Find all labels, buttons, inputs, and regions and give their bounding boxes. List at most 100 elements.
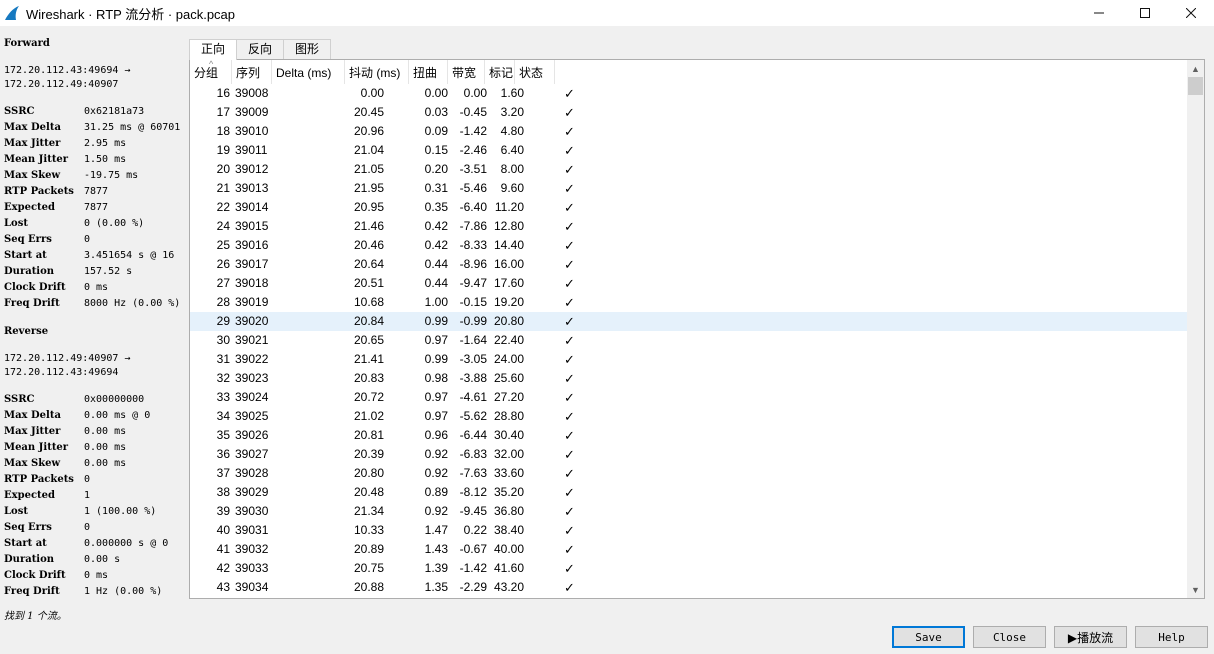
cell-delta: 20.80 (353, 466, 384, 480)
column-header[interactable]: 序列 (232, 60, 272, 84)
stat-label: Max Skew (4, 170, 61, 181)
stat-row: Seq Errs 0 (4, 520, 184, 536)
help-button[interactable]: Help (1135, 626, 1208, 648)
table-row[interactable]: 19 39011 21.04 0.15 -2.46 6.40 ✓ (190, 141, 1188, 160)
cell-packet: 35 (216, 428, 230, 442)
cell-delta: 20.75 (353, 561, 384, 575)
cell-packet: 20 (216, 162, 230, 176)
table-row[interactable]: 26 39017 20.64 0.44 -8.96 16.00 ✓ (190, 255, 1188, 274)
table-row[interactable]: 36 39027 20.39 0.92 -6.83 32.00 ✓ (190, 445, 1188, 464)
cell-packet: 19 (216, 143, 230, 157)
cell-marker (526, 407, 556, 426)
column-header[interactable]: 抖动 (ms) (345, 60, 409, 84)
cell-delta: 20.81 (353, 428, 384, 442)
table-row[interactable]: 37 39028 20.80 0.92 -7.63 33.60 ✓ (190, 464, 1188, 483)
stat-label: Start at (4, 250, 47, 261)
table-row[interactable]: 28 39019 10.68 1.00 -0.15 19.20 ✓ (190, 293, 1188, 312)
table-row[interactable]: 39 39030 21.34 0.92 -9.45 36.80 ✓ (190, 502, 1188, 521)
cell-packet: 28 (216, 295, 230, 309)
cell-delta: 20.72 (353, 390, 384, 404)
stat-row: Max Delta 31.25 ms @ 60701 (4, 120, 184, 136)
vertical-scrollbar[interactable]: ▲ ▼ (1187, 60, 1204, 598)
column-header[interactable]: ^ 分组 (190, 60, 232, 84)
scroll-down-icon[interactable]: ▼ (1187, 581, 1204, 598)
table-row[interactable]: 16 39008 0.00 0.00 0.00 1.60 ✓ (190, 84, 1188, 103)
table-row[interactable]: 27 39018 20.51 0.44 -9.47 17.60 ✓ (190, 274, 1188, 293)
column-header[interactable]: 状态 (515, 60, 555, 84)
cell-skew: -8.33 (459, 238, 487, 252)
cell-status: ✓ (564, 238, 575, 253)
minimize-icon[interactable] (1076, 0, 1122, 26)
cell-bandwidth: 38.40 (493, 523, 524, 537)
cell-jitter: 0.99 (424, 314, 448, 328)
cell-packet: 17 (216, 105, 230, 119)
table-row[interactable]: 30 39021 20.65 0.97 -1.64 22.40 ✓ (190, 331, 1188, 350)
tab-forward[interactable]: 正向 (189, 39, 238, 60)
stat-row: RTP Packets 0 (4, 472, 184, 488)
cell-status: ✓ (564, 333, 575, 348)
cell-marker (526, 160, 556, 179)
table-row[interactable]: 20 39012 21.05 0.20 -3.51 8.00 ✓ (190, 160, 1188, 179)
reverse-title: Reverse (4, 326, 49, 337)
cell-jitter: 0.15 (424, 143, 448, 157)
cell-skew: 0.00 (463, 86, 487, 100)
packet-table[interactable]: ^ 分组 序列 Delta (ms) 抖动 (ms) 扭曲 带宽 标记 状态 16… (189, 59, 1205, 599)
cell-bandwidth: 1.60 (500, 86, 524, 100)
column-header[interactable]: Delta (ms) (272, 60, 345, 84)
cell-jitter: 0.42 (424, 219, 448, 233)
tab-graph[interactable]: 图形 (283, 39, 332, 59)
table-row[interactable]: 42 39033 20.75 1.39 -1.42 41.60 ✓ (190, 559, 1188, 578)
table-row[interactable]: 24 39015 21.46 0.42 -7.86 12.80 ✓ (190, 217, 1188, 236)
cell-delta: 20.89 (353, 542, 384, 556)
table-row[interactable]: 35 39026 20.81 0.96 -6.44 30.40 ✓ (190, 426, 1188, 445)
cell-skew: -8.12 (459, 485, 487, 499)
stat-label: Mean Jitter (4, 442, 69, 453)
table-row[interactable]: 29 39020 20.84 0.99 -0.99 20.80 ✓ (190, 312, 1188, 331)
tab-reverse[interactable]: 反向 (236, 39, 285, 59)
maximize-icon[interactable] (1122, 0, 1168, 26)
table-row[interactable]: 33 39024 20.72 0.97 -4.61 27.20 ✓ (190, 388, 1188, 407)
cell-skew: -3.88 (459, 371, 487, 385)
cell-marker (526, 198, 556, 217)
table-row[interactable]: 41 39032 20.89 1.43 -0.67 40.00 ✓ (190, 540, 1188, 559)
table-row[interactable]: 18 39010 20.96 0.09 -1.42 4.80 ✓ (190, 122, 1188, 141)
close-button[interactable]: Close (973, 626, 1046, 648)
table-row[interactable]: 38 39029 20.48 0.89 -8.12 35.20 ✓ (190, 483, 1188, 502)
cell-bandwidth: 3.20 (500, 105, 524, 119)
cell-skew: -3.05 (459, 352, 487, 366)
cell-skew: -1.42 (459, 124, 487, 138)
cell-bandwidth: 6.40 (500, 143, 524, 157)
stat-label: RTP Packets (4, 186, 74, 197)
cell-sequence: 39032 (235, 542, 269, 556)
table-row[interactable]: 22 39014 20.95 0.35 -6.40 11.20 ✓ (190, 198, 1188, 217)
scroll-up-icon[interactable]: ▲ (1187, 60, 1204, 77)
table-row[interactable]: 43 39034 20.88 1.35 -2.29 43.20 ✓ (190, 578, 1188, 597)
cell-jitter: 1.43 (424, 542, 448, 556)
stat-label: Duration (4, 554, 55, 565)
table-row[interactable]: 21 39013 21.95 0.31 -5.46 9.60 ✓ (190, 179, 1188, 198)
table-row[interactable]: 25 39016 20.46 0.42 -8.33 14.40 ✓ (190, 236, 1188, 255)
table-row[interactable]: 17 39009 20.45 0.03 -0.45 3.20 ✓ (190, 103, 1188, 122)
cell-status: ✓ (564, 523, 575, 538)
scroll-thumb[interactable] (1188, 77, 1203, 95)
cell-bandwidth: 28.80 (493, 409, 524, 423)
play-stream-button[interactable]: ▶播放流 (1054, 626, 1127, 648)
save-button[interactable]: Save (892, 626, 965, 648)
cell-marker (526, 445, 556, 464)
column-header[interactable]: 扭曲 (409, 60, 448, 84)
cell-packet: 29 (216, 314, 230, 328)
column-header[interactable]: 带宽 (448, 60, 485, 84)
cell-status: ✓ (564, 276, 575, 291)
cell-sequence: 39008 (235, 86, 269, 100)
table-row[interactable]: 32 39023 20.83 0.98 -3.88 25.60 ✓ (190, 369, 1188, 388)
column-header[interactable]: 标记 (485, 60, 515, 84)
cell-delta: 20.45 (353, 105, 384, 119)
stat-value: 0 (84, 474, 91, 485)
close-icon[interactable] (1168, 0, 1214, 26)
table-row[interactable]: 31 39022 21.41 0.99 -3.05 24.00 ✓ (190, 350, 1188, 369)
title-bar: Wireshark · RTP 流分析 · pack.pcap (0, 0, 1214, 26)
cell-bandwidth: 43.20 (493, 580, 524, 594)
table-row[interactable]: 40 39031 10.33 1.47 0.22 38.40 ✓ (190, 521, 1188, 540)
table-row[interactable]: 34 39025 21.02 0.97 -5.62 28.80 ✓ (190, 407, 1188, 426)
cell-packet: 18 (216, 124, 230, 138)
